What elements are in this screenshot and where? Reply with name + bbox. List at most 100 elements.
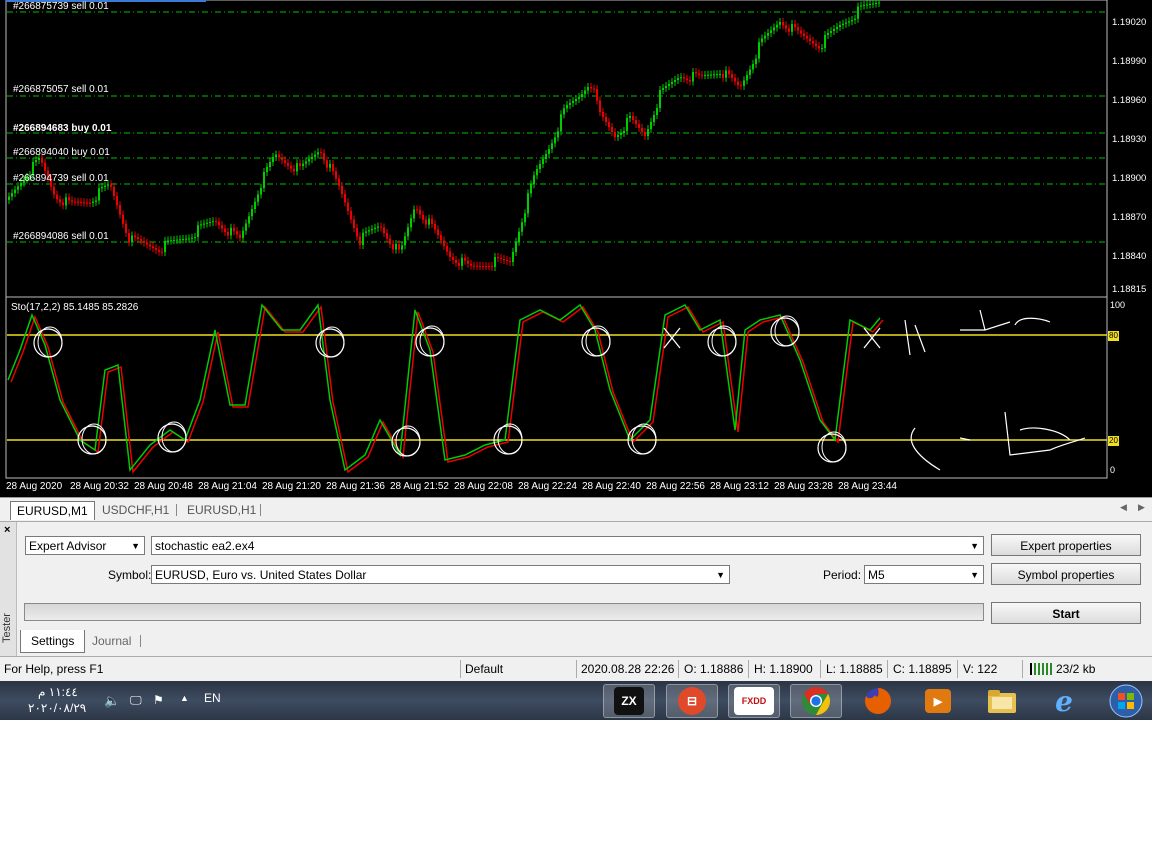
candle-body <box>470 263 472 266</box>
expert-select[interactable]: stochastic ea2.ex4 ▼ <box>151 536 984 555</box>
candle-body <box>14 189 16 194</box>
symbol-properties-button[interactable]: Symbol properties <box>991 563 1141 585</box>
taskbar-app-zx[interactable]: ZX <box>603 684 655 718</box>
action-center-flag-icon[interactable]: ⚑ <box>153 693 164 707</box>
candle-body <box>200 224 202 226</box>
candle-body <box>797 27 799 31</box>
network-icon[interactable]: 🖵 <box>130 693 142 708</box>
candle-body <box>359 236 361 245</box>
candle-body <box>638 124 640 128</box>
candle-body <box>467 260 469 264</box>
candle-body <box>62 202 64 206</box>
close-icon[interactable]: × <box>4 524 10 536</box>
taskbar-app-fxdd[interactable]: FXDD <box>728 684 780 718</box>
candle-body <box>722 74 724 78</box>
candle-body <box>329 164 331 168</box>
candle-body <box>362 232 364 245</box>
taskbar-app-media[interactable]: ▶ <box>912 684 964 718</box>
candle-body <box>818 46 820 49</box>
volume-icon[interactable]: 🔈 <box>104 693 120 709</box>
price-tick: 1.18930 <box>1112 134 1147 145</box>
taskbar-app-chrome[interactable] <box>790 684 842 718</box>
candle-body <box>11 193 13 197</box>
candle-body <box>284 160 286 163</box>
start-button[interactable]: Start <box>991 602 1141 624</box>
price-tick: 1.19020 <box>1112 17 1147 28</box>
candle-body <box>695 71 697 74</box>
candle-body <box>101 187 103 189</box>
candle-body <box>110 184 112 187</box>
bar-open: O: 1.18886 <box>684 662 744 676</box>
candle-body <box>38 158 40 160</box>
candle-body <box>464 257 466 261</box>
candle-body <box>536 169 538 176</box>
chart-area[interactable]: #266875739 sell 0.01 #266875057 sell 0.0… <box>0 0 1152 497</box>
candle-body <box>59 199 61 203</box>
language-indicator[interactable]: EN <box>204 691 221 705</box>
bar-high: H: 1.18900 <box>754 662 813 676</box>
start-button-orb[interactable] <box>1100 684 1152 718</box>
candle-body <box>326 160 328 168</box>
candle-body <box>485 266 487 268</box>
taskbar-app-ie[interactable]: e <box>1038 684 1090 718</box>
candle-body <box>272 157 274 162</box>
tab-journal[interactable]: Journal <box>82 630 141 652</box>
tab-scroll-left-icon[interactable]: ◀ <box>1120 502 1127 513</box>
price-tick: 1.18815 <box>1112 284 1147 295</box>
candle-body <box>725 70 727 78</box>
candle-body <box>296 163 298 172</box>
candle-body <box>605 117 607 122</box>
clock-time[interactable]: ١١:٤٤ م <box>38 685 78 699</box>
show-hidden-icons-chevron-icon[interactable]: ▲ <box>180 693 189 703</box>
candle-body <box>245 223 247 231</box>
candle-body <box>749 69 751 75</box>
tester-title: Tester <box>0 613 13 643</box>
chart-canvas[interactable] <box>0 0 1152 497</box>
bar-volume: V: 122 <box>963 662 998 676</box>
candle-body <box>185 238 187 240</box>
fxdd-icon: FXDD <box>734 687 774 715</box>
candle-body <box>56 194 58 200</box>
candle-body <box>572 101 574 103</box>
clock-date[interactable]: ٢٠٢٠/٠٨/٢٩ <box>28 701 86 715</box>
time-tick: 28 Aug 23:12 <box>710 481 769 492</box>
candle-body <box>644 132 646 136</box>
candle-body <box>167 240 169 242</box>
candle-body <box>548 149 550 154</box>
candle-body <box>347 202 349 211</box>
candle-body <box>593 88 595 90</box>
taskbar-app-explorer[interactable] <box>976 684 1028 718</box>
candle-body <box>230 227 232 236</box>
time-tick: 28 Aug 21:52 <box>390 481 449 492</box>
tab-settings[interactable]: Settings <box>20 630 86 653</box>
taskbar-app-firefox[interactable] <box>852 684 904 718</box>
candle-body <box>458 262 460 266</box>
candle-body <box>539 164 541 169</box>
candle-body <box>287 163 289 166</box>
chevron-down-icon: ▼ <box>970 541 979 551</box>
tab-eurusd-h1[interactable]: EURUSD,H1 <box>181 501 262 519</box>
candle-body <box>860 5 862 7</box>
candle-body <box>215 221 217 223</box>
candle-body <box>179 239 181 241</box>
symbol-select[interactable]: EURUSD, Euro vs. United States Dollar ▼ <box>151 565 730 584</box>
annotation-scribble <box>910 411 1086 471</box>
candle-body <box>671 82 673 84</box>
taskbar-app-remote[interactable]: ⊟ <box>666 684 718 718</box>
windows-logo-icon <box>1109 684 1143 718</box>
candle-body <box>677 78 679 80</box>
tab-scroll-right-icon[interactable]: ▶ <box>1138 502 1145 513</box>
help-text: For Help, press F1 <box>4 662 104 676</box>
candle-body <box>182 239 184 241</box>
zx-app-icon: ZX <box>614 687 644 715</box>
candle-body <box>422 214 424 220</box>
expert-properties-button[interactable]: Expert properties <box>991 534 1141 556</box>
candle-body <box>206 222 208 224</box>
tab-usdchf-h1[interactable]: USDCHF,H1 <box>96 501 175 519</box>
period-select[interactable]: M5 ▼ <box>864 565 984 584</box>
tab-eurusd-m1[interactable]: EURUSD,M1 <box>10 501 95 520</box>
candle-body <box>395 244 397 250</box>
price-tick: 1.18990 <box>1112 56 1147 67</box>
candle-body <box>533 175 535 185</box>
tester-type-select[interactable]: Expert Advisor ▼ <box>25 536 145 555</box>
